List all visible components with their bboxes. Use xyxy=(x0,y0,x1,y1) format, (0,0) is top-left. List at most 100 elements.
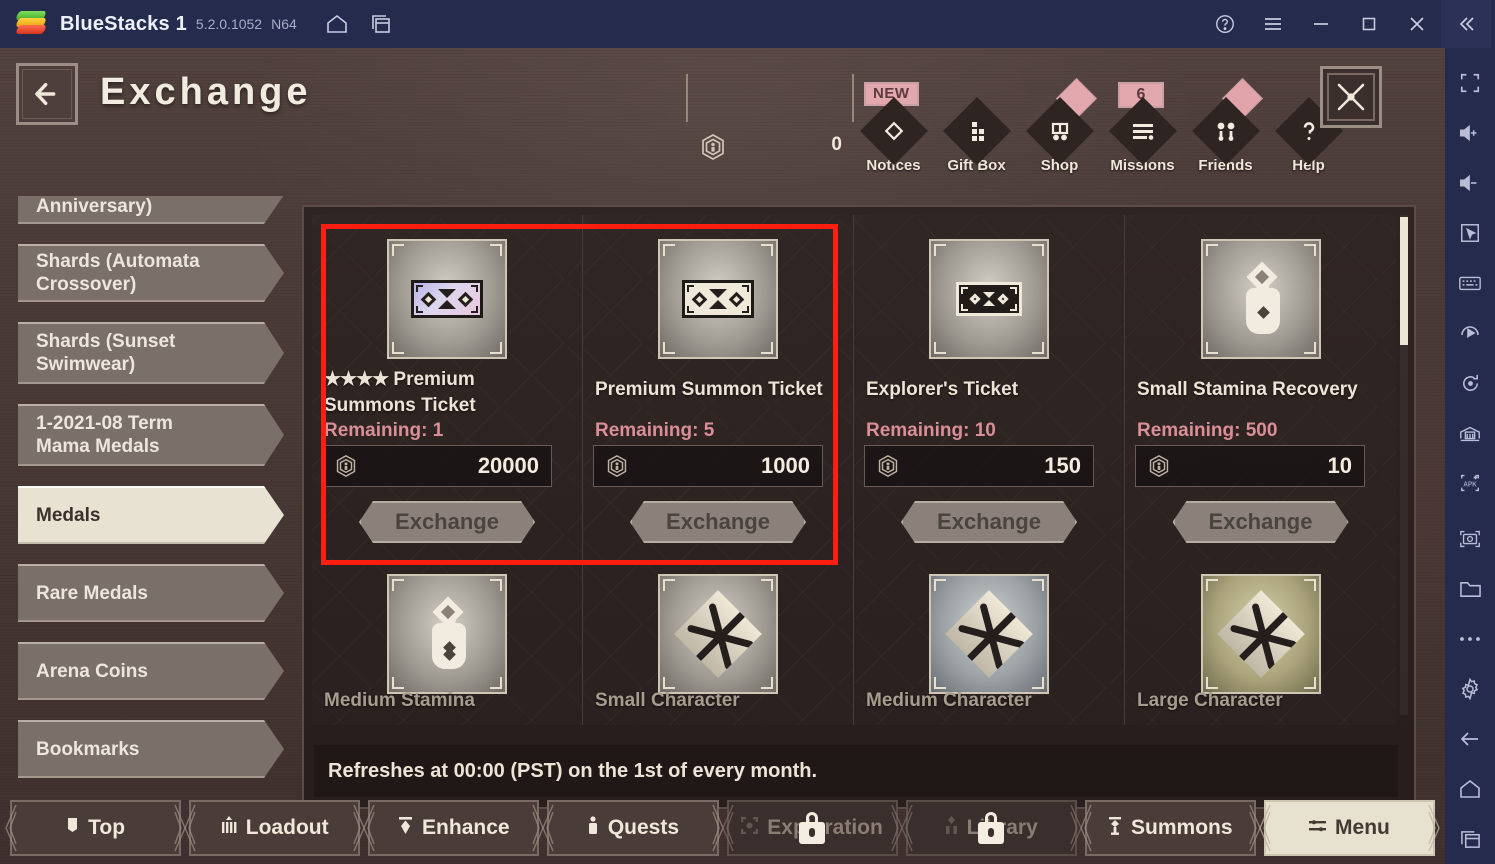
sidebar-item-medals[interactable]: Medals xyxy=(18,486,284,544)
sidebar-item-label: Shards (Automata Crossover) xyxy=(36,251,200,295)
back-arrow-icon[interactable] xyxy=(16,63,78,125)
macro-recorder-icon[interactable] xyxy=(1445,308,1495,358)
medal-hex-icon xyxy=(700,133,726,166)
header-button-notices[interactable]: NEW Notices xyxy=(852,82,935,174)
nav-button-exploration[interactable]: Exploration xyxy=(721,800,903,856)
exchange-button[interactable]: Exchange xyxy=(1172,501,1349,543)
exploration-icon xyxy=(741,816,759,840)
item-cost-amount: 150 xyxy=(1044,453,1081,478)
nav-button-quests[interactable]: Quests xyxy=(542,800,724,856)
header-button-friends[interactable]: Friends xyxy=(1184,77,1267,174)
currency-value: 0 xyxy=(831,134,842,155)
exchange-button[interactable]: Exchange xyxy=(901,501,1077,543)
multi-instance-manager-icon[interactable] xyxy=(1445,408,1495,458)
nav-button-loadout[interactable]: Loadout xyxy=(184,800,366,856)
cursor-icon[interactable] xyxy=(1445,208,1495,258)
bluestacks-titlebar: BlueStacks 1 5.2.0.1052 N64 xyxy=(0,0,1495,48)
exchange-card-6[interactable]: Medium Character xyxy=(854,560,1125,725)
sidebar-item-2[interactable]: Shards (Sunset Swimwear) xyxy=(18,322,284,384)
sidebar-item-bookmarks[interactable]: Bookmarks xyxy=(18,720,284,778)
exchange-card-0[interactable]: ★★★★ Premium Summons Ticket Remaining: 1… xyxy=(312,215,583,560)
gift-grid-icon xyxy=(942,97,1011,165)
exchange-card-2[interactable]: Explorer's Ticket Remaining: 10 150 Exch… xyxy=(854,215,1125,560)
rotate-icon[interactable] xyxy=(1445,358,1495,408)
nav-button-top[interactable]: Top xyxy=(5,800,186,856)
summons-icon xyxy=(1108,816,1122,841)
bluestacks-logo-icon xyxy=(14,7,48,41)
settings-icon[interactable] xyxy=(1445,664,1495,714)
top-icon xyxy=(66,816,79,840)
nav-label: Summons xyxy=(1131,816,1233,839)
item-name: Premium Summon Ticket xyxy=(595,379,823,400)
screen-root: BlueStacks 1 5.2.0.1052 N64 Exchange 0 N… xyxy=(0,0,1495,864)
exchange-card-7[interactable]: Large Character xyxy=(1125,560,1396,725)
item-remaining: Remaining: 500 xyxy=(1137,420,1278,441)
media-manager-icon[interactable] xyxy=(1445,564,1495,614)
exchange-card-4[interactable]: Medium Stamina xyxy=(312,560,583,725)
header-button-giftbox[interactable]: Gift Box xyxy=(935,97,1018,174)
character-swirl-icon xyxy=(1200,574,1321,694)
sidebar-item-arena-coins[interactable]: Arena Coins xyxy=(18,642,284,700)
medal-hex-icon xyxy=(878,455,898,477)
close-icon[interactable] xyxy=(1393,0,1441,48)
exchange-card-3[interactable]: Small Stamina Recovery Remaining: 500 10… xyxy=(1125,215,1396,560)
home-nav-icon[interactable] xyxy=(1445,764,1495,814)
item-cost-amount: 10 xyxy=(1327,453,1352,478)
item-remaining: Remaining: 5 xyxy=(595,420,715,441)
volume-down-icon[interactable] xyxy=(1445,158,1495,208)
nav-button-menu[interactable]: Menu xyxy=(1259,800,1440,856)
minimize-icon[interactable] xyxy=(1297,0,1345,48)
medal-hex-icon xyxy=(1149,455,1169,477)
nav-label: Top xyxy=(88,816,126,839)
maximize-icon[interactable] xyxy=(1345,0,1393,48)
nav-label: Enhance xyxy=(422,816,510,839)
item-name: Small Character xyxy=(595,690,740,711)
sidebar-item-rare-medals[interactable]: Rare Medals xyxy=(18,564,284,622)
refresh-note: Refreshes at 00:00 (PST) on the 1st of e… xyxy=(314,745,1398,797)
hamburger-menu-icon[interactable] xyxy=(1249,0,1297,48)
item-name: Medium Character xyxy=(866,690,1032,711)
volume-up-icon[interactable] xyxy=(1445,108,1495,158)
sidebar-item-3[interactable]: 1-2021-08 Term Mama Medals xyxy=(18,404,284,466)
more-options-icon[interactable] xyxy=(1445,614,1495,664)
item-name: Medium Stamina xyxy=(324,690,475,711)
nav-label: Loadout xyxy=(245,816,329,839)
keyboard-controls-icon[interactable] xyxy=(1445,258,1495,308)
home-icon[interactable] xyxy=(315,0,359,48)
header-button-missions[interactable]: 6 Missions xyxy=(1101,82,1184,174)
fullscreen-icon[interactable] xyxy=(1445,58,1495,108)
help-icon[interactable] xyxy=(1201,0,1249,48)
bluestacks-instance-name: BlueStacks 1 xyxy=(60,12,187,35)
sidebar-item-1[interactable]: Shards (Automata Crossover) xyxy=(18,244,284,302)
back-icon[interactable] xyxy=(1445,714,1495,764)
nav-button-summons[interactable]: Summons xyxy=(1079,800,1261,856)
category-sidebar[interactable]: Shard (Half-Year Anniversary) Shards (Au… xyxy=(18,196,300,796)
screenshot-icon[interactable] xyxy=(1445,514,1495,564)
item-cost: 1000 xyxy=(593,445,823,487)
sidebar-item-label: Shard (Half-Year Anniversary) xyxy=(36,196,153,217)
header-button-shop[interactable]: Shop xyxy=(1018,77,1101,174)
exchange-grid: ★★★★ Premium Summons Ticket Remaining: 1… xyxy=(312,215,1396,725)
exchange-card-1[interactable]: Premium Summon Ticket Remaining: 5 1000 … xyxy=(583,215,854,560)
nav-button-library[interactable]: Library xyxy=(900,800,1082,856)
exchange-button[interactable]: Exchange xyxy=(630,501,806,543)
multi-instance-icon[interactable] xyxy=(359,0,403,48)
bluestacks-sidebar: APK xyxy=(1445,48,1495,864)
sidebar-item-label: Shards (Sunset Swimwear) xyxy=(36,331,176,375)
exchange-button[interactable]: Exchange xyxy=(359,501,535,543)
item-cost: 10 xyxy=(1135,445,1365,487)
nav-button-enhance[interactable]: Enhance xyxy=(363,800,545,856)
item-name: Large Character xyxy=(1137,690,1283,711)
recents-icon[interactable] xyxy=(1445,814,1495,864)
close-x-icon[interactable] xyxy=(1320,66,1382,128)
sidebar-item-0[interactable]: Shard (Half-Year Anniversary) xyxy=(18,196,284,224)
collapse-sidebar-icon[interactable] xyxy=(1441,0,1491,48)
header-divider-left xyxy=(686,74,688,122)
bluestacks-version: 5.2.0.1052 xyxy=(195,16,263,32)
install-apk-icon[interactable]: APK xyxy=(1445,458,1495,508)
loadout-icon xyxy=(221,816,237,840)
exchange-card-5[interactable]: Small Character xyxy=(583,560,854,725)
game-viewport: Exchange 0 NEW Notices Gift Box Shop 6 M… xyxy=(0,48,1445,864)
menu-icon xyxy=(1309,816,1327,840)
panel-scrollbar-thumb[interactable] xyxy=(1400,217,1408,345)
